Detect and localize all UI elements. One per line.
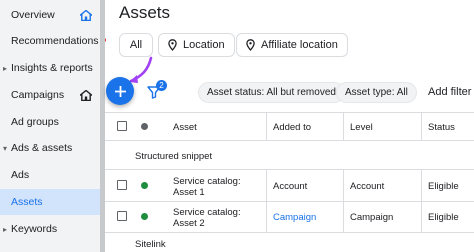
sidebar-item-label: Ad groups xyxy=(11,116,59,128)
col-divider xyxy=(421,169,422,232)
status-dot xyxy=(141,182,148,189)
level-cell: Account xyxy=(350,181,385,192)
col-divider xyxy=(421,112,422,140)
added-to-link[interactable]: Campaign xyxy=(273,212,316,223)
status-dot xyxy=(141,213,148,220)
column-header-status[interactable]: Status xyxy=(428,122,455,133)
status-cell: Eligible xyxy=(428,212,459,223)
chip-location[interactable]: Location xyxy=(158,33,235,57)
sidebar: Overview Recommendations ▸ Insights & re… xyxy=(0,0,106,252)
asset-name-line1: Service catalog: xyxy=(173,207,241,218)
sidebar-item-recommendations[interactable]: Recommendations xyxy=(0,28,106,54)
added-to-cell: Account xyxy=(273,181,308,192)
add-filter-button[interactable]: Add filter xyxy=(428,86,471,98)
page-title: Assets xyxy=(119,3,171,22)
table-header-border xyxy=(105,140,474,141)
chevron-right-icon: ▸ xyxy=(3,63,8,73)
chip-affiliate-location[interactable]: Affiliate location xyxy=(236,33,348,57)
filter-count-badge: 2 xyxy=(156,80,167,91)
group-header: Sitelink xyxy=(135,239,166,250)
filter-chip-asset-type[interactable]: Asset type: All xyxy=(336,82,417,103)
sidebar-item-label: Campaigns xyxy=(11,89,65,101)
asset-name-line2: Asset 1 xyxy=(173,187,205,198)
sidebar-item-insights[interactable]: ▸ Insights & reports xyxy=(0,55,100,81)
sidebar-item-assets[interactable]: Assets xyxy=(0,189,100,215)
sidebar-item-label-wrap: Recommendations xyxy=(11,35,106,47)
sidebar-item-ads-assets[interactable]: ▾ Ads & assets xyxy=(0,135,100,161)
sidebar-item-label: Overview xyxy=(11,9,55,21)
status-cell: Eligible xyxy=(428,181,459,192)
row-checkbox[interactable] xyxy=(117,180,127,190)
group-header: Structured snippet xyxy=(135,151,213,162)
home-icon xyxy=(80,10,92,21)
asset-name-line2: Asset 2 xyxy=(173,218,205,229)
sidebar-item-campaigns[interactable]: Campaigns xyxy=(0,82,100,108)
sidebar-item-overview[interactable]: Overview xyxy=(0,2,100,28)
level-cell: Campaign xyxy=(350,212,394,223)
sidebar-scrollbar[interactable] xyxy=(100,0,105,252)
column-header-added-to[interactable]: Added to xyxy=(273,122,311,133)
add-asset-button[interactable] xyxy=(106,77,134,105)
location-pin-icon xyxy=(246,39,255,51)
col-divider xyxy=(266,169,267,232)
sidebar-item-keywords[interactable]: ▸ Keywords xyxy=(0,216,100,242)
sidebar-item-ad-groups[interactable]: Ad groups xyxy=(0,109,100,135)
chip-label: All xyxy=(129,39,143,51)
column-header-level[interactable]: Level xyxy=(350,122,373,133)
plus-icon xyxy=(114,85,126,97)
filter-chip-asset-status[interactable]: Asset status: All but removed xyxy=(198,82,345,103)
column-header-asset[interactable]: Asset xyxy=(173,122,197,133)
filter-chip-label: Asset type: All xyxy=(345,87,408,98)
asset-name-line1: Service catalog: xyxy=(173,176,241,187)
select-all-checkbox[interactable] xyxy=(117,121,127,131)
sidebar-item-label: Recommendations xyxy=(11,35,99,47)
chevron-down-icon: ▾ xyxy=(3,143,8,153)
chevron-right-icon: ▸ xyxy=(3,224,8,234)
filter-chip-label: Asset status: All but removed xyxy=(207,87,336,98)
home-icon xyxy=(80,90,92,101)
col-divider xyxy=(343,169,344,232)
sidebar-item-label: Ads & assets xyxy=(11,142,73,154)
location-pin-icon xyxy=(168,39,177,51)
sidebar-item-label: Keywords xyxy=(11,223,58,235)
status-column-dot xyxy=(141,123,148,130)
sidebar-item-label: Ads xyxy=(11,169,30,181)
chip-label: Location xyxy=(183,39,225,51)
chip-all[interactable]: All xyxy=(119,33,153,57)
col-divider xyxy=(266,112,267,140)
chip-label: Affiliate location xyxy=(261,39,338,51)
sidebar-item-ads[interactable]: Ads xyxy=(0,162,100,188)
row-divider xyxy=(105,232,474,233)
row-divider xyxy=(105,169,474,170)
sidebar-item-label: Insights & reports xyxy=(11,62,93,74)
sidebar-item-label: Assets xyxy=(11,196,43,208)
table-top-border xyxy=(105,112,474,113)
col-divider xyxy=(343,112,344,140)
row-checkbox[interactable] xyxy=(117,211,127,221)
row-divider xyxy=(105,201,474,202)
